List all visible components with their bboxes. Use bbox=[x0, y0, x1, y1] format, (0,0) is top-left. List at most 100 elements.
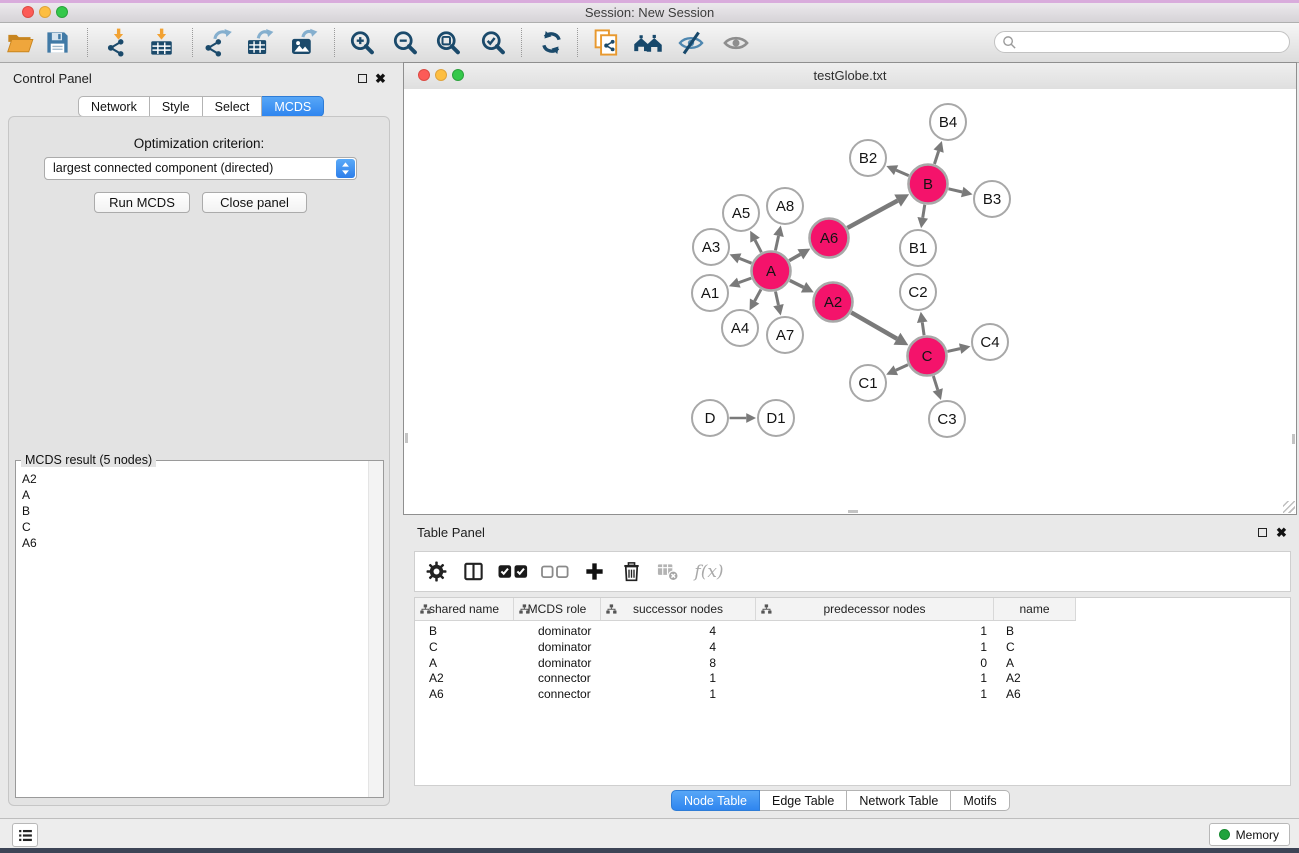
save-session-button[interactable] bbox=[38, 26, 76, 59]
network-zoom-button[interactable] bbox=[452, 69, 464, 81]
network-vscroll-right[interactable] bbox=[1292, 434, 1295, 444]
network-edge-A-A4[interactable] bbox=[750, 289, 761, 310]
network-edge-B-B4[interactable] bbox=[934, 141, 944, 164]
control-panel-float-button[interactable] bbox=[358, 74, 367, 83]
tab-motifs[interactable]: Motifs bbox=[951, 790, 1009, 811]
network-edge-A-A1[interactable] bbox=[729, 278, 751, 288]
network-close-button[interactable] bbox=[418, 69, 430, 81]
zoom-selected-button[interactable] bbox=[474, 26, 512, 59]
table-settings-button[interactable] bbox=[423, 559, 449, 585]
node-table[interactable]: shared nameMCDS rolesuccessor nodesprede… bbox=[414, 597, 1291, 786]
network-edge-B-B1[interactable] bbox=[917, 205, 928, 228]
tab-mcds[interactable]: MCDS bbox=[262, 96, 324, 117]
column-header-mcds-role[interactable]: MCDS role bbox=[514, 598, 601, 620]
mcds-result-scrollbar[interactable] bbox=[368, 461, 383, 797]
network-edge-A-A6[interactable] bbox=[789, 249, 810, 261]
network-edge-D-D1[interactable] bbox=[730, 413, 757, 423]
task-history-button[interactable] bbox=[12, 823, 38, 847]
close-panel-button[interactable]: Close panel bbox=[202, 192, 307, 213]
import-network-button[interactable] bbox=[99, 26, 137, 59]
mcds-result-item-A6[interactable]: A6 bbox=[16, 535, 368, 551]
control-panel-close-button[interactable]: ✖ bbox=[375, 73, 386, 85]
network-edge-A-A3[interactable] bbox=[730, 253, 752, 263]
network-node-A[interactable]: A bbox=[752, 252, 791, 291]
network-node-C3[interactable]: C3 bbox=[929, 401, 965, 437]
network-node-A7[interactable]: A7 bbox=[767, 317, 803, 353]
network-node-A3[interactable]: A3 bbox=[693, 229, 729, 265]
home-button[interactable] bbox=[629, 26, 667, 59]
mcds-result-item-A2[interactable]: A2 bbox=[16, 471, 368, 487]
hide-graphics-details-button[interactable] bbox=[672, 26, 710, 59]
zoom-out-button[interactable] bbox=[386, 26, 424, 59]
network-edge-C-C4[interactable] bbox=[947, 343, 970, 353]
network-node-A1[interactable]: A1 bbox=[692, 275, 728, 311]
table-row-A6[interactable]: A6connector11A6 bbox=[415, 687, 1291, 703]
column-header-predecessor-nodes[interactable]: predecessor nodes bbox=[756, 598, 994, 620]
network-edge-B-B3[interactable] bbox=[948, 187, 972, 197]
tab-node-table[interactable]: Node Table bbox=[671, 790, 760, 811]
network-edge-A-A8[interactable] bbox=[773, 226, 783, 251]
export-network-button[interactable] bbox=[199, 26, 237, 59]
network-edge-A6-B[interactable] bbox=[847, 194, 909, 228]
unselect-all-columns-button[interactable] bbox=[540, 559, 570, 585]
network-hscroll[interactable] bbox=[848, 510, 858, 513]
mcds-result-item-C[interactable]: C bbox=[16, 519, 368, 535]
tab-network[interactable]: Network bbox=[78, 96, 150, 117]
network-node-A4[interactable]: A4 bbox=[722, 310, 758, 346]
tab-network-table[interactable]: Network Table bbox=[847, 790, 951, 811]
select-all-columns-button[interactable] bbox=[497, 559, 529, 585]
network-resize-grip[interactable] bbox=[1283, 501, 1295, 513]
import-table-button[interactable] bbox=[142, 26, 180, 59]
network-node-A8[interactable]: A8 bbox=[767, 188, 803, 224]
table-row-C[interactable]: Cdominator41C bbox=[415, 640, 1291, 656]
network-edge-B-B2[interactable] bbox=[886, 165, 908, 175]
mcds-result-item-A[interactable]: A bbox=[16, 487, 368, 503]
table-panel-float-button[interactable] bbox=[1258, 528, 1267, 537]
network-node-B1[interactable]: B1 bbox=[900, 230, 936, 266]
network-edge-C-C3[interactable] bbox=[933, 376, 943, 400]
network-edge-C-C2[interactable] bbox=[917, 312, 928, 335]
network-node-C[interactable]: C bbox=[908, 337, 947, 376]
delete-column-button[interactable] bbox=[618, 559, 644, 585]
copy-current-network-button[interactable] bbox=[587, 26, 625, 59]
table-panel-close-button[interactable]: ✖ bbox=[1276, 527, 1287, 539]
network-canvas[interactable]: AA1A2A3A4A5A6A7A8BB1B2B3B4CC1C2C3C4DD1 bbox=[404, 89, 1296, 514]
network-node-A5[interactable]: A5 bbox=[723, 195, 759, 231]
network-node-A6[interactable]: A6 bbox=[810, 219, 849, 258]
function-builder-button[interactable]: f(x) bbox=[692, 559, 726, 585]
open-session-button[interactable] bbox=[1, 26, 39, 59]
network-node-B[interactable]: B bbox=[909, 165, 948, 204]
mcds-result-item-B[interactable]: B bbox=[16, 503, 368, 519]
export-table-button[interactable] bbox=[240, 26, 278, 59]
show-graphics-details-button[interactable] bbox=[717, 26, 755, 59]
network-svg[interactable]: AA1A2A3A4A5A6A7A8BB1B2B3B4CC1C2C3C4DD1 bbox=[404, 89, 1296, 514]
tab-style[interactable]: Style bbox=[150, 96, 203, 117]
delete-table-button[interactable] bbox=[655, 559, 681, 585]
zoom-in-button[interactable] bbox=[343, 26, 381, 59]
network-node-D1[interactable]: D1 bbox=[758, 400, 794, 436]
zoom-fit-button[interactable] bbox=[429, 26, 467, 59]
tab-edge-table[interactable]: Edge Table bbox=[760, 790, 847, 811]
network-edge-A-A5[interactable] bbox=[750, 231, 761, 253]
network-node-D[interactable]: D bbox=[692, 400, 728, 436]
table-row-B[interactable]: Bdominator41B bbox=[415, 624, 1291, 640]
refresh-button[interactable] bbox=[532, 26, 570, 59]
zoom-window-button[interactable] bbox=[56, 6, 68, 18]
tab-select[interactable]: Select bbox=[203, 96, 263, 117]
table-row-A[interactable]: Adominator80A bbox=[415, 656, 1291, 672]
search-field[interactable] bbox=[994, 31, 1290, 53]
network-edge-A2-C[interactable] bbox=[851, 312, 908, 345]
network-node-A2[interactable]: A2 bbox=[814, 283, 853, 322]
network-node-B4[interactable]: B4 bbox=[930, 104, 966, 140]
column-header-successor-nodes[interactable]: successor nodes bbox=[601, 598, 756, 620]
network-node-C1[interactable]: C1 bbox=[850, 365, 886, 401]
column-header-name[interactable]: name bbox=[994, 598, 1076, 620]
network-minimize-button[interactable] bbox=[435, 69, 447, 81]
network-node-C2[interactable]: C2 bbox=[900, 274, 936, 310]
network-edge-A-A7[interactable] bbox=[773, 292, 783, 316]
network-vscroll-left[interactable] bbox=[405, 433, 408, 443]
run-mcds-button[interactable]: Run MCDS bbox=[94, 192, 190, 213]
minimize-window-button[interactable] bbox=[39, 6, 51, 18]
optimization-criterion-dropdown[interactable]: largest connected component (directed) bbox=[44, 157, 357, 180]
close-window-button[interactable] bbox=[22, 6, 34, 18]
